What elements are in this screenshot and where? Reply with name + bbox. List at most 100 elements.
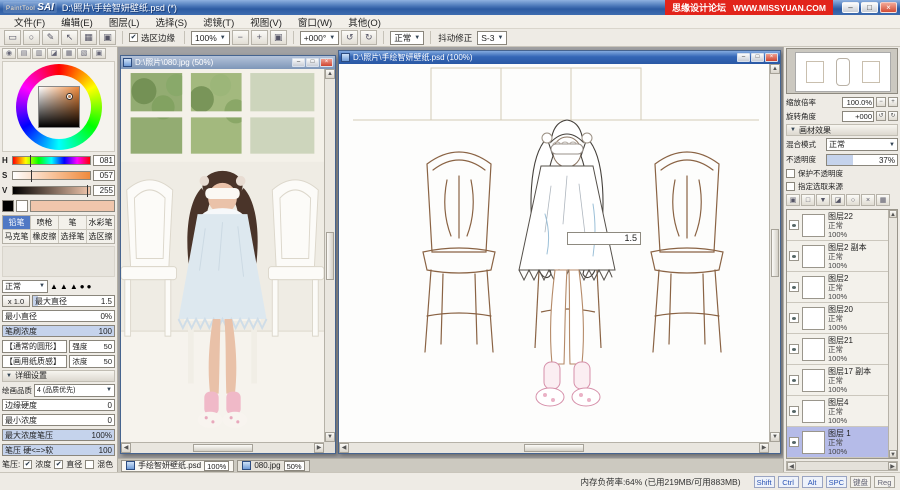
minimize-button[interactable]: –	[292, 58, 305, 67]
max-density-pressure-slider[interactable]: 最大浓度笔压 100%	[2, 428, 115, 441]
new-layer-icon[interactable]: ▣	[786, 194, 800, 206]
grid-tool-icon[interactable]: ▦	[80, 30, 97, 45]
scroll-right-icon[interactable]: ▶	[759, 443, 769, 453]
menu-filter[interactable]: 滤镜(T)	[195, 15, 242, 29]
tab-jpg-document[interactable]: 080.jpg 50%	[237, 459, 310, 472]
rgb-slider-tab-icon[interactable]: ▤	[17, 48, 31, 59]
blend-mode-dropdown[interactable]: 正常 ▼	[390, 30, 425, 45]
pressure-blend-checkbox[interactable]	[85, 460, 95, 469]
paper-texture-dropdown[interactable]: 【画用纸质感】	[2, 354, 68, 368]
visibility-eye-icon[interactable]	[789, 220, 799, 230]
navigator-zoom-value[interactable]: 100.0%	[842, 96, 874, 108]
pen-tool-icon[interactable]: ✎	[42, 30, 59, 45]
layer-list-scrollbar[interactable]: ▲ ▼	[888, 210, 897, 458]
close-button[interactable]: ×	[765, 53, 778, 62]
photo-window[interactable]: D:\照片\080.jpg (50%) – □ × ▲ ▼ ◀ ▶	[120, 55, 336, 454]
scroll-thumb[interactable]	[771, 229, 779, 277]
brush-tip-icon[interactable]: ●	[87, 282, 92, 291]
layer-opacity-slider[interactable]: 37%	[826, 153, 898, 166]
selection-edge-checkbox[interactable]: ✔	[129, 33, 138, 42]
tool-pencil[interactable]: 铅笔	[3, 215, 30, 229]
saturation-slider[interactable]	[12, 169, 91, 182]
visibility-eye-icon[interactable]	[789, 282, 799, 292]
scroll-up-icon[interactable]: ▲	[325, 69, 335, 79]
tool-select-pen[interactable]: 选择笔	[59, 229, 86, 243]
brush-tip-icon[interactable]: ●	[80, 282, 85, 291]
brush-density-slider[interactable]: 笔刷浓度 100	[2, 325, 115, 338]
brush-blend-dropdown[interactable]: 正常 ▼	[2, 279, 48, 293]
rotate-cw-button[interactable]: ↻	[888, 111, 898, 121]
zoom-out-button[interactable]: −	[231, 30, 249, 45]
value-value[interactable]: 255	[93, 184, 115, 196]
rotate-ccw-button[interactable]: ↺	[341, 30, 359, 45]
palette-options-icon[interactable]: ▣	[92, 48, 106, 59]
menu-view[interactable]: 视图(V)	[242, 15, 290, 29]
scroll-left-icon[interactable]: ◀	[787, 462, 796, 470]
rotate-cw-button[interactable]: ↻	[360, 30, 378, 45]
lineart-window[interactable]: D:\照片\手绘智妍壁纸.psd (100%) – □ × 1.5 ▲ ▼ ◀ …	[338, 50, 781, 454]
saturation-value-square[interactable]	[38, 86, 80, 128]
hard-soft-slider[interactable]: 笔压 硬<=>软 100	[2, 443, 115, 456]
layer-row-selected[interactable]: 图层 1 正常 100%	[787, 427, 888, 458]
layer-row[interactable]: 图层2 正常 100%	[787, 272, 888, 303]
photo-window-titlebar[interactable]: D:\照片\080.jpg (50%) – □ ×	[121, 56, 335, 69]
foreground-color-swatch[interactable]	[2, 199, 14, 212]
brush-shape-strength[interactable]: 强度 50	[69, 339, 115, 353]
scroll-right-icon[interactable]: ▶	[314, 443, 324, 453]
paper-effect-header[interactable]: ▼ 画材效果	[786, 124, 898, 136]
pressure-diameter-checkbox[interactable]: ✔	[54, 460, 64, 469]
lasso-tool-icon[interactable]: ○	[23, 30, 40, 45]
paper-texture-density[interactable]: 浓度 50	[69, 354, 115, 368]
square-tool-icon[interactable]: ▣	[99, 30, 116, 45]
scroll-thumb[interactable]	[326, 231, 334, 280]
brush-shape-dropdown[interactable]: 【通常的圆形】	[2, 339, 68, 353]
navigator-thumbnail[interactable]	[795, 52, 891, 92]
zoom-in-button[interactable]: +	[888, 97, 898, 107]
close-button[interactable]: ×	[320, 58, 333, 67]
layer-row[interactable]: 图层20 正常 100%	[787, 303, 888, 334]
empty-tool-slots[interactable]	[2, 245, 115, 278]
current-color-swatch[interactable]	[30, 199, 115, 212]
navigator[interactable]	[786, 48, 898, 94]
scroll-right-icon[interactable]: ▶	[888, 462, 897, 470]
menu-file[interactable]: 文件(F)	[6, 15, 53, 29]
background-color-swatch[interactable]	[16, 199, 28, 212]
menu-select[interactable]: 选择(S)	[147, 15, 195, 29]
hue-slider[interactable]	[12, 155, 91, 167]
tool-airbrush[interactable]: 喷枪	[31, 215, 58, 229]
zoom-reset-button[interactable]: ▣	[269, 30, 287, 45]
scroll-thumb[interactable]	[192, 444, 253, 452]
navigator-angle-value[interactable]: +000	[842, 110, 874, 122]
merge-down-icon[interactable]: ◪	[831, 194, 845, 206]
layer-options-icon[interactable]: ▦	[876, 194, 890, 206]
zoom-out-button[interactable]: −	[876, 97, 886, 107]
hsv-slider-tab-icon[interactable]: ▥	[32, 48, 46, 59]
delete-layer-icon[interactable]: ×	[861, 194, 875, 206]
layer-row[interactable]: 图层2 副本 正常 100%	[787, 241, 888, 272]
maximize-button[interactable]: □	[861, 2, 878, 13]
zoom-value-box[interactable]: 100% ▼	[191, 30, 230, 45]
diameter-unit-button[interactable]: x 1.0	[2, 295, 30, 308]
brush-tip-icon[interactable]: ▲	[70, 282, 78, 291]
menu-window[interactable]: 窗口(W)	[290, 15, 340, 29]
pressure-density-checkbox[interactable]: ✔	[23, 460, 33, 469]
move-tool-icon[interactable]: ↖	[61, 30, 78, 45]
stabilizer-dropdown[interactable]: S-3 ▼	[477, 30, 508, 45]
layer-row[interactable]: 图层4 正常 100%	[787, 396, 888, 427]
color-wheel-tab-icon[interactable]: ◉	[2, 48, 16, 59]
vertical-scrollbar[interactable]: ▲ ▼	[324, 69, 335, 442]
layer-row[interactable]: 图层17 副本 正常 100%	[787, 365, 888, 396]
visibility-eye-icon[interactable]	[789, 437, 799, 447]
maximize-button[interactable]: □	[306, 58, 319, 67]
scroll-left-icon[interactable]: ◀	[121, 443, 131, 453]
tool-marker[interactable]: 马克笔	[3, 229, 30, 243]
scroll-left-icon[interactable]: ◀	[339, 443, 349, 453]
tool-watercolor[interactable]: 水彩笔	[87, 215, 114, 229]
tool-select-eraser[interactable]: 选区擦	[87, 229, 114, 243]
tab-psd-document[interactable]: 手绘智妍壁纸.psd 100%	[121, 459, 235, 472]
protect-opacity-checkbox[interactable]	[786, 169, 795, 178]
rotate-ccw-button[interactable]: ↺	[876, 111, 886, 121]
minimize-button[interactable]: –	[737, 53, 750, 62]
visibility-eye-icon[interactable]	[789, 313, 799, 323]
max-diameter-slider[interactable]: 最大直径 1.5	[32, 295, 115, 308]
